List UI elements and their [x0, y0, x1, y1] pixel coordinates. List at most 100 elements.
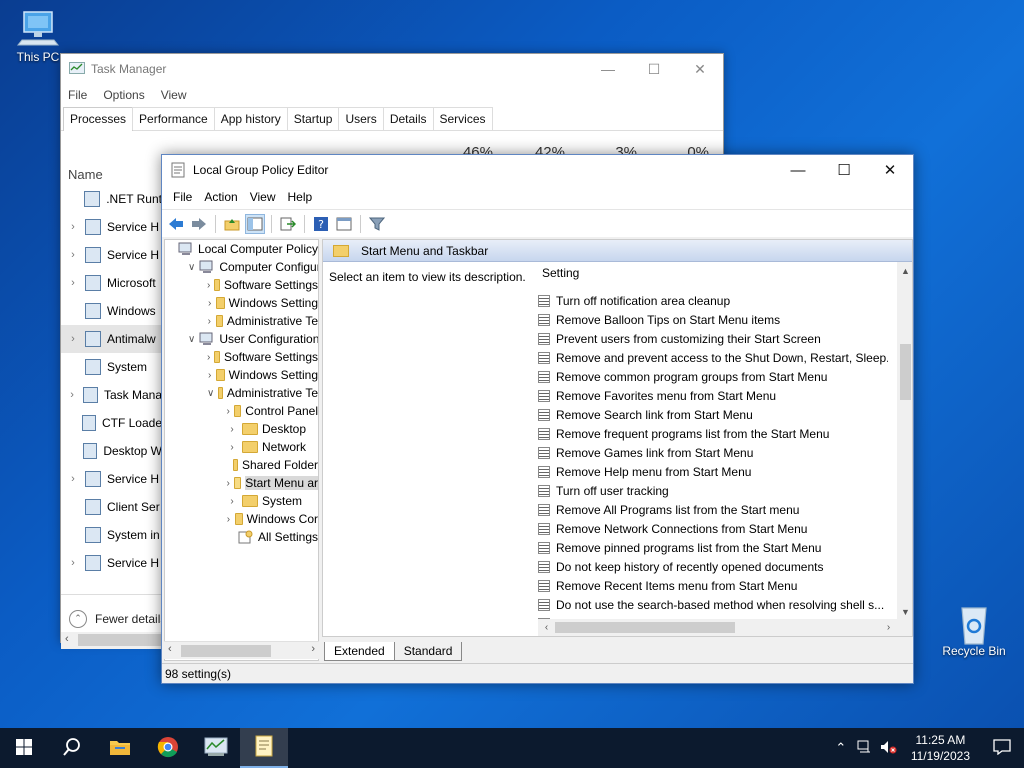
setting-row[interactable]: Remove frequent programs list from the S…	[538, 424, 888, 443]
up-folder-icon[interactable]	[222, 214, 242, 234]
tab-processes[interactable]: Processes	[63, 107, 134, 131]
chevron-right-icon[interactable]: ›	[226, 496, 238, 507]
start-button[interactable]	[0, 728, 48, 768]
tree-node[interactable]: › Software Settings	[165, 348, 318, 366]
setting-row[interactable]: Remove common program groups from Start …	[538, 367, 888, 386]
process-row[interactable]: › Service H	[61, 465, 162, 493]
tree-horizontal-scrollbar[interactable]: ‹ ›	[164, 641, 319, 659]
expand-chevron-icon[interactable]: ›	[61, 277, 85, 289]
notification-center-button[interactable]	[980, 738, 1024, 758]
chevron-right-icon[interactable]: ›	[207, 298, 212, 309]
chevron-up-icon[interactable]: ⌃	[829, 740, 853, 756]
tab-extended[interactable]: Extended	[324, 642, 395, 661]
chevron-right-icon[interactable]: ›	[226, 514, 231, 525]
minimize-button[interactable]: —	[775, 155, 821, 185]
chevron-down-icon[interactable]: ∨	[188, 334, 195, 345]
setting-row[interactable]: Do not keep history of recently opened d…	[538, 557, 888, 576]
chevron-up-icon[interactable]: ⌃	[69, 609, 87, 628]
tree-node[interactable]: › Software Settings	[165, 276, 318, 294]
chevron-right-icon[interactable]: ›	[226, 442, 238, 453]
scrollbar-thumb[interactable]	[900, 344, 911, 400]
setting-row[interactable]: Remove Balloon Tips on Start Menu items	[538, 310, 888, 329]
task-manager-taskbar-button[interactable]	[192, 728, 240, 768]
setting-column-header[interactable]: Setting	[542, 266, 912, 280]
process-row[interactable]: › Service H	[61, 241, 162, 269]
menu-file[interactable]: File	[167, 190, 198, 204]
setting-row[interactable]: Turn off user tracking	[538, 481, 888, 500]
file-explorer-button[interactable]	[96, 728, 144, 768]
process-row[interactable]: Windows	[61, 297, 162, 325]
maximize-button[interactable]: ☐	[631, 54, 677, 84]
tab-services[interactable]: Services	[432, 107, 493, 130]
tab-startup[interactable]: Startup	[286, 107, 340, 130]
setting-row[interactable]: Do not use the search-based method when …	[538, 595, 888, 614]
tree-node[interactable]: Local Computer Policy	[165, 240, 318, 258]
filter-icon[interactable]	[367, 214, 387, 234]
expand-chevron-icon[interactable]: ›	[61, 333, 85, 345]
help-icon[interactable]: ?	[311, 214, 331, 234]
expand-chevron-icon[interactable]: ›	[61, 473, 85, 485]
recycle-bin-desktop-icon[interactable]: Recycle Bin	[936, 602, 1012, 658]
tree-node[interactable]: All Settings	[165, 528, 318, 546]
menu-action[interactable]: Action	[198, 190, 243, 204]
settings-vertical-scrollbar[interactable]: ▲ ▼	[897, 262, 912, 620]
menu-options[interactable]: Options	[103, 88, 144, 102]
forward-arrow-icon[interactable]	[189, 214, 209, 234]
tab-performance[interactable]: Performance	[132, 107, 215, 130]
tree-node[interactable]: Shared Folder	[165, 456, 318, 474]
process-row[interactable]: › Microsoft	[61, 269, 162, 297]
setting-row[interactable]: Remove and prevent access to the Shut Do…	[538, 348, 888, 367]
process-row[interactable]: Desktop W	[61, 437, 162, 465]
tree-node[interactable]: › Start Menu ar	[165, 474, 318, 492]
scroll-down-icon[interactable]: ▼	[897, 603, 912, 620]
scroll-up-icon[interactable]: ▲	[897, 262, 912, 279]
tree-node[interactable]: › Windows Setting	[165, 366, 318, 384]
search-button[interactable]	[48, 728, 96, 768]
expand-chevron-icon[interactable]: ›	[61, 221, 85, 233]
properties-icon[interactable]	[334, 214, 354, 234]
gpedit-taskbar-button[interactable]	[240, 728, 288, 768]
setting-row[interactable]: Turn off notification area cleanup	[538, 291, 888, 310]
setting-row[interactable]: Remove Favorites menu from Start Menu	[538, 386, 888, 405]
scroll-left-icon[interactable]: ‹	[538, 619, 555, 636]
volume-muted-icon[interactable]	[877, 740, 901, 757]
setting-row[interactable]: Remove Help menu from Start Menu	[538, 462, 888, 481]
tree-node[interactable]: › Control Panel	[165, 402, 318, 420]
settings-horizontal-scrollbar[interactable]: ‹ ›	[538, 619, 912, 636]
setting-row[interactable]: Remove Recent Items menu from Start Menu	[538, 576, 888, 595]
clock[interactable]: 11:25 AM 11/19/2023	[901, 732, 980, 764]
process-row[interactable]: CTF Loade	[61, 409, 162, 437]
gpedit-titlebar[interactable]: Local Group Policy Editor — ☐ ✕	[162, 155, 913, 185]
menu-help[interactable]: Help	[282, 190, 319, 204]
expand-chevron-icon[interactable]: ›	[61, 249, 85, 261]
chrome-button[interactable]	[144, 728, 192, 768]
scroll-right-icon[interactable]: ›	[311, 643, 315, 655]
tab-details[interactable]: Details	[382, 107, 434, 130]
scrollbar-thumb[interactable]	[181, 645, 271, 657]
process-row[interactable]: Client Ser	[61, 493, 162, 521]
chevron-right-icon[interactable]: ›	[226, 478, 230, 489]
process-row[interactable]: › Task Mana	[61, 381, 162, 409]
tree-node[interactable]: › System	[165, 492, 318, 510]
show-hide-tree-icon[interactable]	[245, 213, 265, 234]
chevron-right-icon[interactable]: ›	[207, 316, 212, 327]
expand-chevron-icon[interactable]: ›	[61, 557, 85, 569]
tree-node[interactable]: › Windows Setting	[165, 294, 318, 312]
chevron-right-icon[interactable]: ›	[207, 370, 212, 381]
expand-chevron-icon[interactable]: ›	[61, 389, 83, 401]
task-manager-titlebar[interactable]: Task Manager — ☐ ✕	[61, 54, 723, 84]
process-row[interactable]: › Antimalw	[61, 325, 162, 353]
process-row[interactable]: System	[61, 353, 162, 381]
export-list-icon[interactable]	[278, 214, 298, 234]
tab-users[interactable]: Users	[338, 107, 384, 130]
tree-node[interactable]: ∨ User Configuration	[165, 330, 318, 348]
maximize-button[interactable]: ☐	[821, 155, 867, 185]
setting-row[interactable]: Remove Games link from Start Menu	[538, 443, 888, 462]
menu-view[interactable]: View	[161, 88, 187, 102]
tab-standard[interactable]: Standard	[393, 642, 463, 661]
menu-view[interactable]: View	[244, 190, 282, 204]
chevron-right-icon[interactable]: ›	[226, 406, 230, 417]
tree-node[interactable]: › Windows Cor	[165, 510, 318, 528]
network-icon[interactable]	[853, 740, 877, 757]
process-row[interactable]: .NET Runt	[61, 185, 162, 213]
